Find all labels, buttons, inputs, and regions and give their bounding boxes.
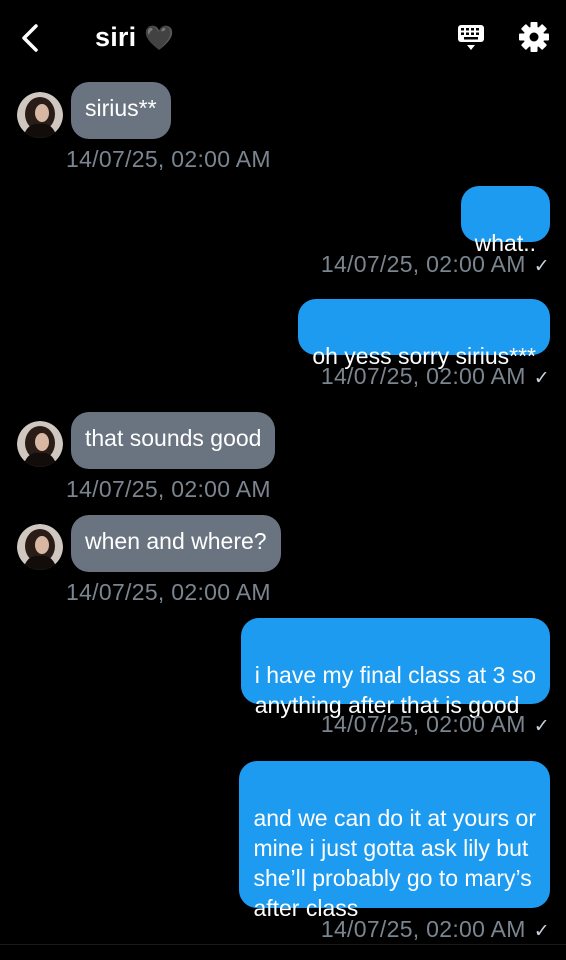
contact-avatar[interactable] (17, 524, 63, 570)
message-text: that sounds good (85, 425, 262, 451)
message-bubble-outgoing[interactable]: oh yess sorry sirius*** (298, 299, 550, 369)
message-timestamp: 14/07/25, 02:00 AM (66, 476, 271, 503)
contact-name: siri (95, 22, 137, 52)
message-text: sirius** (85, 95, 157, 121)
timestamp-text: 14/07/25, 02:00 AM (66, 579, 271, 605)
read-check-icon: ✓ (533, 716, 550, 737)
message-timestamp: 14/07/25, 02:00 AM (66, 579, 271, 606)
timestamp-text: 14/07/25, 02:00 AM (320, 916, 526, 942)
message-timestamp: 14/07/25, 02:00 AM ✓ (321, 363, 550, 390)
message-bubble-outgoing[interactable]: and we can do it at yours or mine i just… (239, 761, 550, 921)
avatar-photo-icon (17, 92, 63, 138)
chat-title[interactable]: siri 🖤 (95, 22, 174, 53)
bottom-divider (0, 944, 566, 945)
settings-button[interactable] (518, 21, 550, 53)
message-bubble-incoming[interactable]: sirius** (71, 82, 171, 139)
black-heart-emoji: 🖤 (144, 25, 175, 52)
read-check-icon: ✓ (533, 921, 550, 942)
contact-avatar[interactable] (17, 92, 63, 138)
read-check-icon: ✓ (533, 256, 550, 277)
timestamp-text: 14/07/25, 02:00 AM (320, 363, 526, 389)
message-text: when and where? (85, 528, 267, 554)
keyboard-icon (458, 25, 484, 50)
message-bubble-outgoing[interactable]: what.. (460, 186, 550, 256)
back-button[interactable] (14, 20, 48, 56)
timestamp-text: 14/07/25, 02:00 AM (66, 146, 271, 172)
timestamp-text: 14/07/25, 02:00 AM (320, 711, 526, 737)
message-bubble-outgoing[interactable]: i have my final class at 3 so anything a… (240, 618, 550, 718)
message-timestamp: 14/07/25, 02:00 AM ✓ (321, 916, 550, 943)
chat-header: siri 🖤 (0, 0, 566, 78)
message-timestamp: 14/07/25, 02:00 AM ✓ (321, 251, 550, 278)
message-text: and we can do it at yours or mine i just… (253, 805, 536, 921)
message-timestamp: 14/07/25, 02:00 AM (66, 146, 271, 173)
back-arrow-icon (22, 24, 38, 52)
message-bubble-incoming[interactable]: when and where? (71, 515, 281, 572)
message-bubble-incoming[interactable]: that sounds good (71, 412, 276, 469)
message-timestamp: 14/07/25, 02:00 AM ✓ (321, 711, 550, 738)
message-text: i have my final class at 3 so anything a… (254, 662, 536, 718)
avatar-photo-icon (17, 524, 63, 570)
contact-avatar[interactable] (17, 421, 63, 467)
avatar-photo-icon (17, 421, 63, 467)
keyboard-button[interactable] (456, 22, 486, 52)
timestamp-text: 14/07/25, 02:00 AM (66, 476, 271, 502)
read-check-icon: ✓ (533, 368, 550, 389)
timestamp-text: 14/07/25, 02:00 AM (320, 251, 526, 277)
gear-icon (519, 22, 549, 52)
